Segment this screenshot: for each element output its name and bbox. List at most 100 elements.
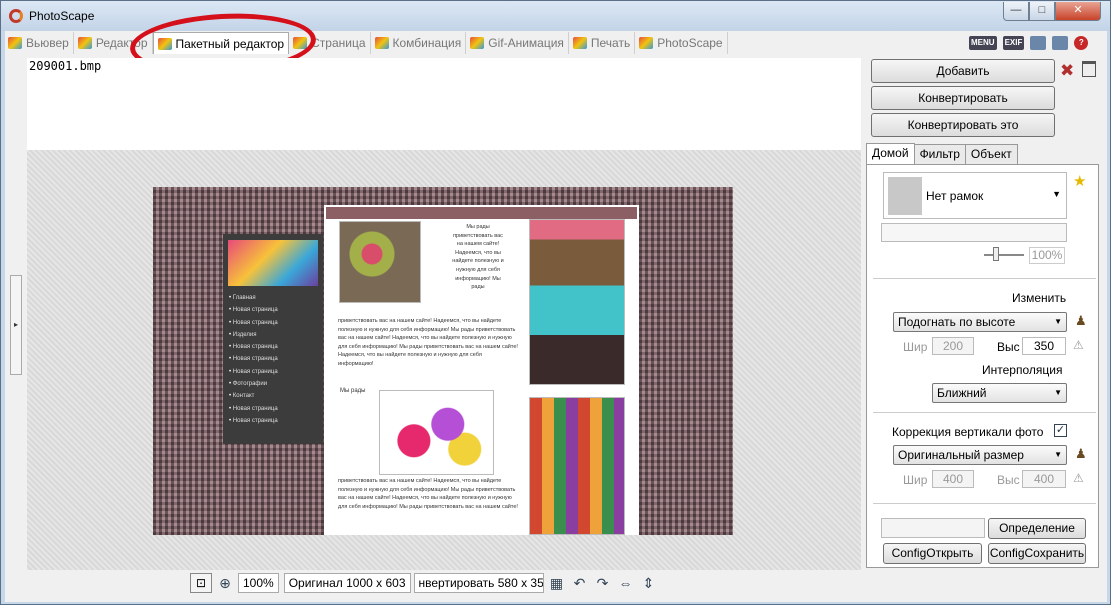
convert-button[interactable]: Конвертировать	[871, 86, 1055, 110]
checkerboard-icon[interactable]: ▦	[547, 573, 567, 593]
config-open-button[interactable]: ConfigОткрыть	[883, 543, 982, 564]
tab-photoscape[interactable]: PhotoScape	[635, 32, 728, 54]
original-size: Оригинал 1000 x 603	[283, 573, 411, 593]
collapse-handle[interactable]: ▸	[10, 275, 22, 375]
preview-nav-item: Изделия	[229, 329, 278, 341]
girl-dress-photo	[529, 219, 625, 385]
tab-filter[interactable]: Фильтр	[913, 144, 966, 164]
file-list-item[interactable]: 209001.bmp	[29, 59, 101, 73]
person-icon[interactable]: ♟	[1075, 313, 1087, 329]
tab-object[interactable]: Объект	[964, 144, 1018, 164]
rotate-left-icon[interactable]: ↶	[570, 573, 590, 593]
preview-nav-item: Новая страница	[229, 366, 278, 378]
define-button[interactable]: Определение	[988, 518, 1086, 539]
vertical-mode-select[interactable]: Оригинальный размер	[893, 445, 1067, 465]
preview-nav-item: Главная	[229, 292, 278, 304]
preview-nav-list: Главная Новая страница Новая страница Из…	[229, 292, 278, 427]
convert-this-button[interactable]: Конвертировать это	[871, 113, 1055, 137]
viewer-icon	[8, 37, 22, 49]
minimize-button[interactable]: —	[1003, 2, 1029, 21]
frame-selector[interactable]: Нет рамок ▼	[883, 172, 1067, 219]
zoom-icon[interactable]: ⊕	[215, 573, 235, 593]
vertical-height-input[interactable]: 400	[1022, 470, 1066, 488]
tab-home[interactable]: Домой	[866, 143, 915, 164]
interpolation-label: Интерполяция	[982, 363, 1063, 377]
menu-button[interactable]: MENU	[969, 36, 997, 50]
slideshow-icon[interactable]	[1030, 36, 1047, 50]
interpolation-select[interactable]: Ближний	[932, 383, 1067, 403]
preview-nav-item: Новая страница	[229, 341, 278, 353]
preview-nav-item: Новая страница	[229, 415, 278, 427]
converted-size: нвертировать 580 x 35	[413, 573, 544, 593]
trash-icon[interactable]	[1082, 61, 1096, 77]
flip-vertical-icon[interactable]: ⇕	[639, 573, 659, 593]
rotate-right-icon[interactable]: ↷	[593, 573, 613, 593]
add-button[interactable]: Добавить	[871, 59, 1055, 83]
document-text: приветствовать вас на нашем сайте! Надее…	[338, 478, 518, 510]
tab-print[interactable]: Печать	[569, 32, 636, 54]
file-list[interactable]: 209001.bmp	[27, 58, 861, 150]
zoom-fit-button[interactable]: ⊡	[190, 573, 212, 593]
config-name-field[interactable]	[881, 518, 985, 538]
main-tabbar: Вьювер Редактор Пакетный редактор Страни…	[4, 32, 728, 54]
vertical-height-label: Выс	[997, 473, 1020, 487]
document-caption: Мы рады	[340, 388, 366, 394]
preview-nav-item: Новая страница	[229, 353, 278, 365]
person-icon[interactable]: ♟	[1075, 446, 1087, 462]
frame-percent: 100%	[1029, 247, 1065, 264]
tab-gif-animation[interactable]: Gif-Анимация	[466, 32, 569, 54]
vertical-correction-checkbox[interactable]: ✓	[1054, 424, 1067, 437]
divider	[873, 412, 1096, 413]
preview-nav-panel: Главная Новая страница Новая страница Из…	[223, 234, 323, 444]
resize-mode-select[interactable]: Подогнать по высоте	[893, 312, 1067, 332]
favorite-star-icon[interactable]: ★	[1073, 172, 1086, 190]
top-right-toolbar: MENU EXIF ?	[969, 36, 1089, 50]
vertical-width-input[interactable]: 400	[932, 470, 974, 488]
flip-horizontal-icon[interactable]: ⇔	[616, 573, 636, 593]
frame-bar	[881, 223, 1067, 242]
copy-icon[interactable]	[1052, 36, 1069, 50]
girl-hat-photo	[339, 221, 421, 303]
preview-nav-item: Контакт	[229, 390, 278, 402]
preview-nav-item: Новая страница	[229, 403, 278, 415]
preview-nav-item: Новая страница	[229, 304, 278, 316]
tab-label: Комбинация	[392, 36, 462, 50]
settings-tabs: Домой Фильтр Объект	[866, 143, 1018, 164]
yarn-balls-photo	[379, 390, 494, 475]
close-button[interactable]: ✕	[1055, 2, 1101, 21]
width-label: Шир	[903, 340, 928, 354]
window-title: PhotoScape	[29, 9, 95, 23]
editor-icon	[77, 37, 92, 49]
photoscape-logo-icon	[9, 9, 23, 23]
resize-label: Изменить	[1012, 291, 1067, 305]
yarn-thumbnail	[228, 240, 318, 286]
status-bar: ⊡ ⊕ 100% Оригинал 1000 x 603 нвертироват…	[190, 573, 659, 593]
exif-button[interactable]: EXIF	[1002, 36, 1025, 50]
width-input[interactable]: 200	[932, 337, 974, 355]
divider	[873, 278, 1096, 279]
frame-slider-handle[interactable]	[993, 247, 999, 261]
threads-photo	[529, 397, 625, 535]
frame-slider-track[interactable]	[984, 254, 1024, 256]
frame-thumbnail	[888, 177, 922, 215]
tab-label: Печать	[590, 36, 631, 50]
combine-icon	[374, 37, 389, 49]
height-label: Выс	[997, 340, 1020, 354]
preview-document: Мы рады приветствовать вас на нашем сайт…	[324, 205, 639, 535]
tab-label: Страница	[311, 36, 366, 50]
divider	[873, 503, 1096, 504]
tab-label: Вьювер	[26, 36, 69, 50]
help-button[interactable]: ?	[1074, 36, 1089, 50]
preview-nav-item: Фотографии	[229, 378, 278, 390]
height-input[interactable]: 350	[1022, 337, 1066, 355]
remove-icon[interactable]: ✖	[1060, 61, 1074, 81]
maximize-button[interactable]: □	[1029, 2, 1055, 21]
warning-icon: ⚠	[1073, 471, 1084, 485]
tab-label: PhotoScape	[657, 36, 723, 50]
photoscape-icon	[639, 37, 654, 49]
vertical-width-label: Шир	[903, 473, 928, 487]
config-save-button[interactable]: ConfigСохранить	[988, 543, 1086, 564]
tab-combine[interactable]: Комбинация	[371, 32, 467, 54]
print-icon	[572, 37, 587, 49]
tab-viewer[interactable]: Вьювер	[4, 32, 74, 54]
